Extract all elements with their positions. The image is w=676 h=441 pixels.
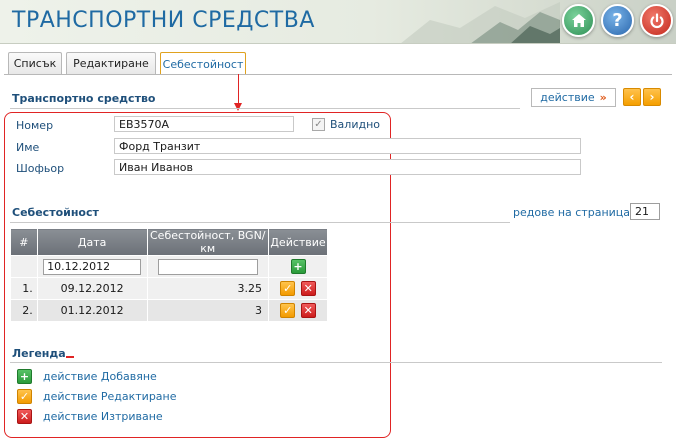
new-date-input[interactable]: 10.12.2012 [43,258,142,275]
valid-label: Валидно [330,118,380,131]
new-entry-row: 10.12.2012 + [10,255,328,278]
vehicle-section-title: Транспортно средство [12,92,156,105]
number-label: Номер [16,119,54,132]
vehicle-section-divider [10,108,520,109]
table-header-row: # Дата Себестойност, BGN/км Действие [10,228,328,256]
table-cell: ✓ ✕ [268,299,328,322]
power-icon [649,12,664,28]
chevron-left-icon: ‹ [629,90,635,104]
close-icon: ✕ [303,282,313,295]
chevron-right-icon: » [599,91,607,104]
table-cell [10,255,38,278]
table-row: 2. 01.12.2012 3 ✓ ✕ [10,299,328,322]
table-cell: 10.12.2012 [36,255,148,278]
rows-per-page-label: редове на страница » [513,206,641,219]
cost-table: # Дата Себестойност, BGN/км Действие 10.… [10,228,328,322]
rows-per-page-text: редове на страница [513,206,631,219]
table-cell [146,255,270,278]
table-row: 1. 09.12.2012 3.25 ✓ ✕ [10,277,328,300]
legend-label: действие Изтриване [43,410,163,423]
add-button[interactable]: + [290,259,306,274]
tab-list[interactable]: Списък [8,52,62,74]
page-title: ТРАНСПОРТНИ СРЕДСТВА [12,8,315,33]
annotation-arrow-head [234,103,242,111]
rows-per-page-input[interactable]: 21 [630,203,660,220]
edit-button[interactable]: ✓ [280,281,296,296]
column-header-action: Действие [268,228,328,256]
next-button[interactable]: › [643,88,661,106]
header-decoration [401,2,560,43]
chevron-right-icon: › [649,90,655,104]
action-label: действие [540,91,595,104]
tab-divider [4,74,672,75]
delete-button[interactable]: ✕ [300,303,316,318]
legend-item: + действие Добавяне [16,369,157,384]
legend-divider [10,362,662,363]
delete-button[interactable]: ✕ [300,281,316,296]
legend-toggle[interactable] [66,356,74,358]
legend-label: действие Добавяне [43,370,157,383]
name-label: Име [16,141,40,154]
name-field[interactable]: Форд Транзит [114,138,581,154]
cost-section-title: Себестойност [12,206,99,219]
legend-item: ✓ действие Редактиране [16,389,177,404]
edit-icon: ✓ [17,389,32,404]
annotation-arrow [238,74,239,106]
column-header-number: # [10,228,38,256]
edit-button[interactable]: ✓ [280,303,296,318]
number-field[interactable]: ЕВ3570А [114,116,294,132]
checkmark-icon: ✓ [283,304,293,317]
app-header: ТРАНСПОРТНИ СРЕДСТВА ? [0,0,676,44]
row-date: 01.12.2012 [36,299,148,322]
close-icon: ✕ [303,304,313,317]
row-cost: 3 [146,299,270,322]
valid-checkbox[interactable]: ✓ [312,118,325,131]
row-number: 1. [10,277,38,300]
home-icon [571,13,586,27]
add-icon: + [17,369,32,384]
logout-button[interactable] [640,4,673,37]
row-cost: 3.25 [146,277,270,300]
previous-button[interactable]: ‹ [623,88,641,106]
legend-item: ✕ действие Изтриване [16,409,163,424]
column-header-date[interactable]: Дата [36,228,148,256]
new-cost-input[interactable] [157,258,258,275]
row-date: 09.12.2012 [36,277,148,300]
row-number: 2. [10,299,38,322]
tab-edit[interactable]: Редактиране [66,52,156,74]
table-cell: ✓ ✕ [268,277,328,300]
action-button[interactable]: действие » [531,88,616,107]
driver-label: Шофьор [16,162,65,175]
help-icon: ? [612,10,623,31]
tab-cost[interactable]: Себестойност [160,52,246,75]
column-header-cost[interactable]: Себестойност, BGN/км [146,228,270,256]
delete-icon: ✕ [17,409,32,424]
table-cell: + [268,255,328,278]
checkmark-icon: ✓ [283,282,293,295]
home-button[interactable] [562,4,595,37]
legend-title: Легенда [12,347,66,360]
help-button[interactable]: ? [601,4,634,37]
plus-icon: + [293,260,303,273]
driver-field[interactable]: Иван Иванов [114,159,581,175]
legend-label: действие Редактиране [43,390,177,403]
cost-section-divider [10,222,510,223]
